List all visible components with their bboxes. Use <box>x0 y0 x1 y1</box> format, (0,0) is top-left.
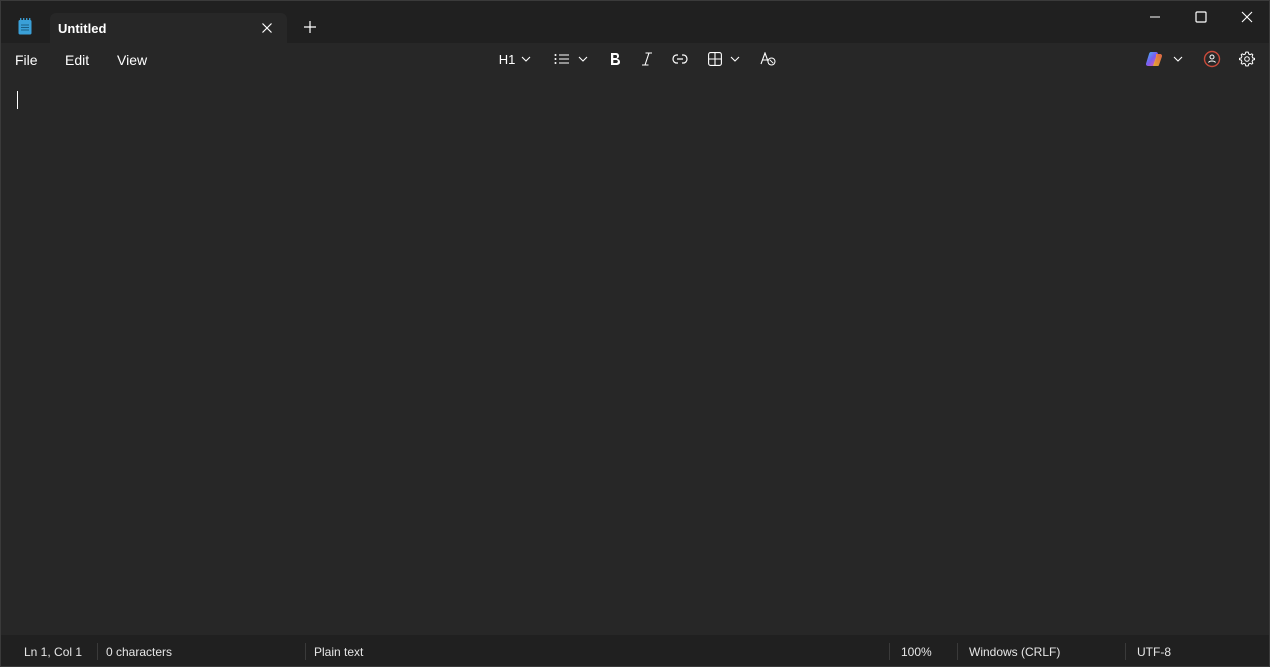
chevron-down-icon <box>730 56 740 62</box>
menu-file[interactable]: File <box>15 52 38 68</box>
bulleted-list-icon <box>554 53 570 65</box>
title-bar: Untitled <box>1 1 1269 43</box>
status-divider <box>305 643 306 660</box>
tab-title: Untitled <box>58 21 107 36</box>
link-icon <box>672 54 688 64</box>
text-format[interactable]: Plain text <box>314 645 363 659</box>
chevron-down-icon <box>521 56 531 62</box>
clear-formatting-icon <box>760 52 776 66</box>
maximize-icon[interactable] <box>1178 1 1224 33</box>
tab-untitled[interactable]: Untitled <box>50 13 287 43</box>
gear-icon <box>1239 51 1255 67</box>
chevron-down-icon <box>1173 56 1183 62</box>
heading-label: H1 <box>498 51 516 67</box>
table-icon <box>708 52 722 66</box>
list-dropdown[interactable] <box>552 48 590 70</box>
zoom-level[interactable]: 100% <box>901 645 932 659</box>
clear-formatting-button[interactable] <box>757 48 779 70</box>
link-button[interactable] <box>669 48 691 70</box>
close-tab-icon[interactable] <box>259 20 275 36</box>
status-divider <box>97 643 98 660</box>
minimize-icon[interactable] <box>1132 1 1178 33</box>
status-divider <box>957 643 958 660</box>
italic-button[interactable] <box>637 48 657 70</box>
heading-dropdown[interactable]: H1 <box>495 48 535 70</box>
account-button[interactable] <box>1201 48 1223 70</box>
new-tab-plus-icon[interactable] <box>300 17 320 37</box>
status-divider <box>1125 643 1126 660</box>
menu-edit[interactable]: Edit <box>65 52 89 68</box>
notepad-window: Untitled File Edit View H1 Ln 1, Col 1 0… <box>0 0 1270 667</box>
notepad-icon <box>18 18 32 35</box>
bold-icon <box>609 52 621 66</box>
copilot-icon <box>1145 51 1163 67</box>
account-icon <box>1203 50 1221 68</box>
text-editor[interactable] <box>1 76 1269 635</box>
close-window-icon[interactable] <box>1224 1 1269 33</box>
table-dropdown[interactable] <box>705 48 743 70</box>
settings-button[interactable] <box>1236 48 1258 70</box>
character-count: 0 characters <box>106 645 173 659</box>
menu-view[interactable]: View <box>117 52 147 68</box>
menu-toolbar: File Edit View H1 <box>1 43 1269 76</box>
status-bar: Ln 1, Col 1 0 characters Plain text 100%… <box>1 635 1269 666</box>
encoding[interactable]: UTF-8 <box>1137 645 1171 659</box>
italic-icon <box>641 52 653 66</box>
text-caret <box>17 91 18 109</box>
copilot-dropdown[interactable] <box>1144 48 1184 70</box>
status-divider <box>889 643 890 660</box>
bold-button[interactable] <box>605 48 625 70</box>
cursor-position[interactable]: Ln 1, Col 1 <box>24 645 82 659</box>
line-ending[interactable]: Windows (CRLF) <box>969 645 1060 659</box>
chevron-down-icon <box>578 56 588 62</box>
